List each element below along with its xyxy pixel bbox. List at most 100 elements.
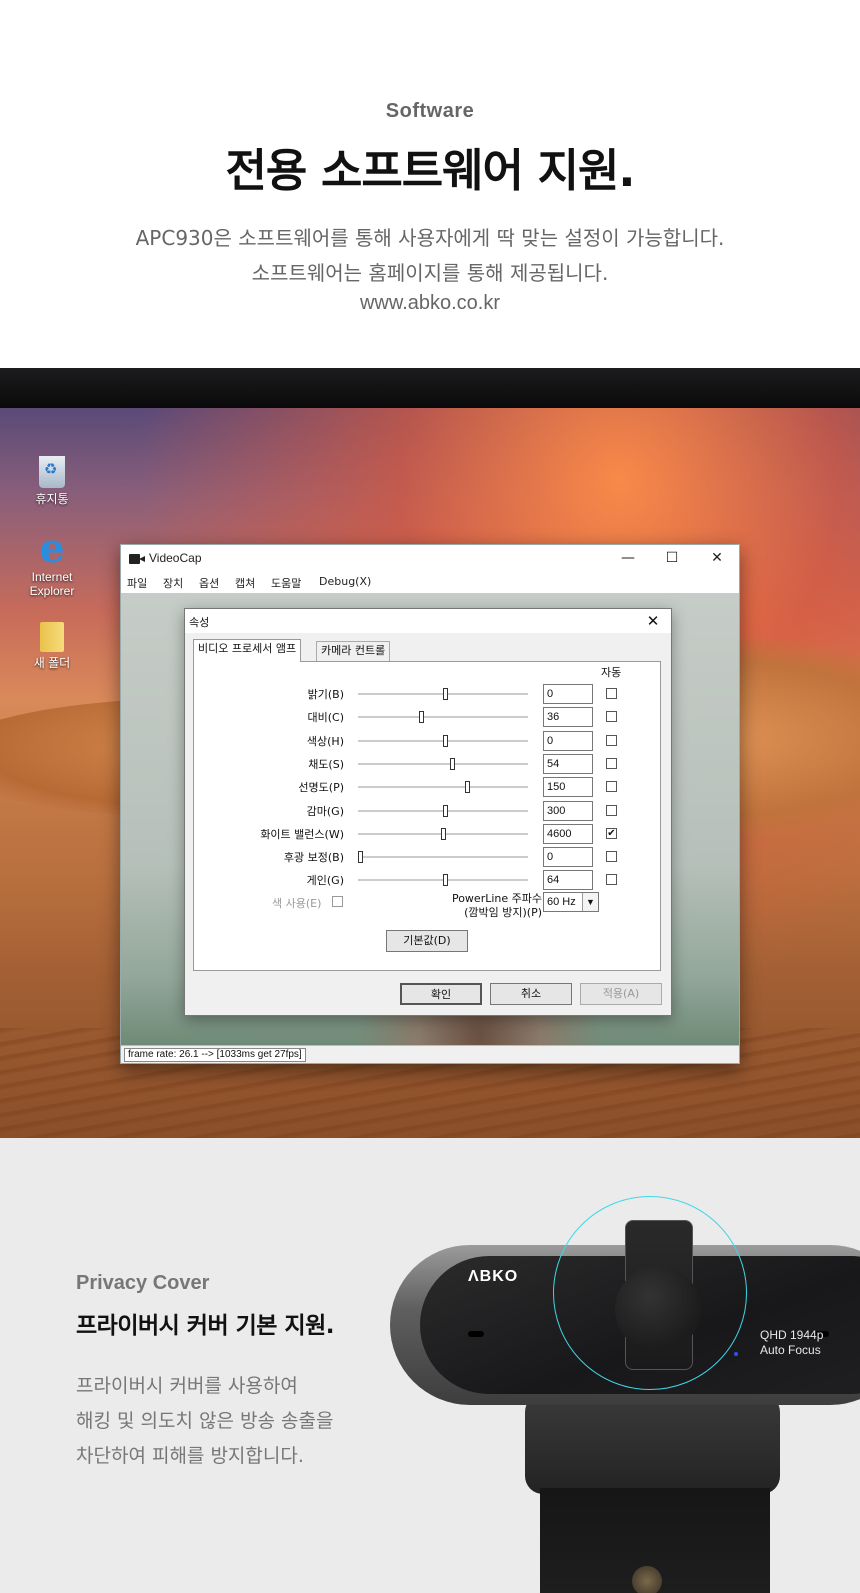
webcam-stand <box>525 1394 780 1494</box>
privacy-desc-line3: 차단하여 피해를 방지합니다. <box>76 1445 304 1467</box>
properties-title: 속성 <box>189 616 210 629</box>
property-value-input[interactable]: 36 <box>543 707 593 727</box>
slider-thumb[interactable] <box>443 688 448 700</box>
close-button[interactable]: ✕ <box>695 545 739 571</box>
slider-track[interactable] <box>358 716 528 718</box>
desktop-icon-label: 새 폴더 <box>33 656 71 670</box>
desktop-icon-new-folder[interactable]: 새 폴더 <box>12 622 92 670</box>
software-section: Software 전용 소프트웨어 지원. APC930은 소프트웨어를 통해 … <box>0 0 860 368</box>
tripod-screw <box>632 1566 662 1593</box>
auto-checkbox[interactable] <box>606 758 617 769</box>
videocap-title: VideoCap <box>149 551 202 565</box>
slider-thumb[interactable] <box>419 711 424 723</box>
minimize-button[interactable]: — <box>606 545 650 571</box>
menu-file[interactable]: 파일 <box>127 575 147 591</box>
menu-capture[interactable]: 캡쳐 <box>235 575 255 591</box>
privacy-desc-line1: 프라이버시 커버를 사용하여 <box>76 1375 298 1397</box>
privacy-section: Privacy Cover 프라이버시 커버 기본 지원. 프라이버시 커버를 … <box>0 1138 860 1593</box>
color-use-checkbox[interactable] <box>332 896 343 907</box>
slider-track[interactable] <box>358 763 528 765</box>
property-value-input[interactable]: 4600 <box>543 824 593 844</box>
property-value-input[interactable]: 150 <box>543 777 593 797</box>
slider-track[interactable] <box>358 856 528 858</box>
auto-checkbox[interactable] <box>606 688 617 699</box>
slider-thumb[interactable] <box>443 805 448 817</box>
desktop-icon-label: Internet Explorer <box>29 570 75 598</box>
slider-thumb[interactable] <box>441 828 446 840</box>
apply-button[interactable]: 적용(A) <box>580 983 662 1005</box>
privacy-title: 프라이버시 커버 기본 지원. <box>76 1313 335 1339</box>
property-value-input[interactable]: 300 <box>543 801 593 821</box>
microphone-slot-left <box>468 1331 484 1337</box>
tab-video-proc-amp[interactable]: 비디오 프로세서 앰프 <box>193 639 302 662</box>
camera-spec: QHD 1944p Auto Focus <box>760 1328 824 1357</box>
menu-device[interactable]: 장치 <box>163 575 183 591</box>
status-led <box>734 1352 738 1356</box>
maximize-button[interactable]: ☐ <box>650 545 694 571</box>
privacy-desc-line2: 해킹 및 의도치 않은 방송 송출을 <box>76 1410 334 1432</box>
auto-checkbox[interactable] <box>606 851 617 862</box>
recycle-bin-icon <box>39 456 65 488</box>
video-proc-amp-panel: 자동 색 사용(E) PowerLine 주파수 (깜박임 방지)(P) 60 … <box>193 661 661 971</box>
auto-checkbox[interactable] <box>606 805 617 816</box>
ok-button[interactable]: 확인 <box>400 983 482 1005</box>
slider-thumb[interactable] <box>465 781 470 793</box>
privacy-eyebrow: Privacy Cover <box>76 1272 210 1294</box>
desktop-icon-internet-explorer[interactable]: e Internet Explorer <box>12 525 92 599</box>
property-label: 밝기(B) <box>307 688 344 701</box>
software-eyebrow: Software <box>385 100 475 122</box>
dialog-close-button[interactable]: ✕ <box>635 609 671 633</box>
software-url[interactable]: www.abko.co.kr <box>0 292 860 315</box>
slider-thumb[interactable] <box>443 874 448 886</box>
desktop-icon-label: 휴지통 <box>35 492 69 506</box>
auto-checkbox[interactable] <box>606 874 617 885</box>
abko-logo: ΛBKO <box>468 1268 519 1285</box>
frame-rate-text: frame rate: 26.1 --> [1033ms get 27fps] <box>124 1048 306 1062</box>
property-value-input[interactable]: 54 <box>543 754 593 774</box>
property-label: 대비(C) <box>307 711 344 724</box>
property-label: 채도(S) <box>308 758 344 771</box>
tab-camera-control[interactable]: 카메라 컨트롤 <box>316 641 391 661</box>
powerline-select[interactable]: 60 Hz ▼ <box>543 892 599 912</box>
auto-checkbox[interactable] <box>606 781 617 792</box>
auto-column-header: 자동 <box>601 666 622 679</box>
property-label: 후광 보정(B) <box>283 851 344 864</box>
properties-dialog: 속성 ✕ 비디오 프로세서 앰프 카메라 컨트롤 자동 색 사용(E) Powe… <box>184 608 672 1016</box>
software-desc-line1: APC930은 소프트웨어를 통해 사용자에게 딱 맞는 설정이 가능합니다. <box>135 226 725 250</box>
property-label: 색상(H) <box>306 735 344 748</box>
camera-icon <box>129 551 145 565</box>
property-value-input[interactable]: 0 <box>543 684 593 704</box>
status-bar: frame rate: 26.1 --> [1033ms get 27fps] <box>121 1045 739 1063</box>
property-value-input[interactable]: 0 <box>543 847 593 867</box>
software-desc-line2: 소프트웨어는 홈페이지를 통해 제공됩니다. <box>251 261 609 285</box>
slider-track[interactable] <box>358 786 528 788</box>
desktop-icon-recycle-bin[interactable]: 휴지통 <box>12 456 92 506</box>
folder-icon <box>40 622 64 652</box>
auto-checkbox[interactable]: ✔ <box>606 828 617 839</box>
desktop-wallpaper: 휴지통 e Internet Explorer 새 폴더 VideoCap — … <box>0 408 860 1138</box>
menu-debug[interactable]: Debug(X) <box>319 575 371 588</box>
software-title: 전용 소프트웨어 지원. <box>225 144 635 197</box>
property-label: 선명도(P) <box>298 781 344 794</box>
property-label: 게인(G) <box>306 874 344 887</box>
powerline-label: PowerLine 주파수 (깜박임 방지)(P) <box>451 892 542 919</box>
menu-options[interactable]: 옵션 <box>199 575 219 591</box>
property-value-input[interactable]: 0 <box>543 731 593 751</box>
slider-thumb[interactable] <box>450 758 455 770</box>
monitor-screen: 휴지통 e Internet Explorer 새 폴더 VideoCap — … <box>0 368 860 1138</box>
defaults-button[interactable]: 기본값(D) <box>386 930 468 952</box>
property-value-input[interactable]: 64 <box>543 870 593 890</box>
slider-thumb[interactable] <box>443 735 448 747</box>
cancel-button[interactable]: 취소 <box>490 983 572 1005</box>
auto-checkbox[interactable] <box>606 735 617 746</box>
highlight-circle <box>553 1196 747 1390</box>
slider-thumb[interactable] <box>358 851 363 863</box>
auto-checkbox[interactable] <box>606 711 617 722</box>
videocap-titlebar[interactable]: VideoCap — ☐ ✕ <box>121 545 739 571</box>
internet-explorer-icon: e <box>39 525 65 572</box>
properties-titlebar[interactable]: 속성 ✕ <box>185 609 671 633</box>
powerline-value: 60 Hz <box>547 896 576 908</box>
videocap-menubar: 파일 장치 옵션 캡쳐 도움말 Debug(X) <box>121 571 739 593</box>
monitor-bezel <box>0 368 860 408</box>
menu-help[interactable]: 도움말 <box>271 575 301 591</box>
